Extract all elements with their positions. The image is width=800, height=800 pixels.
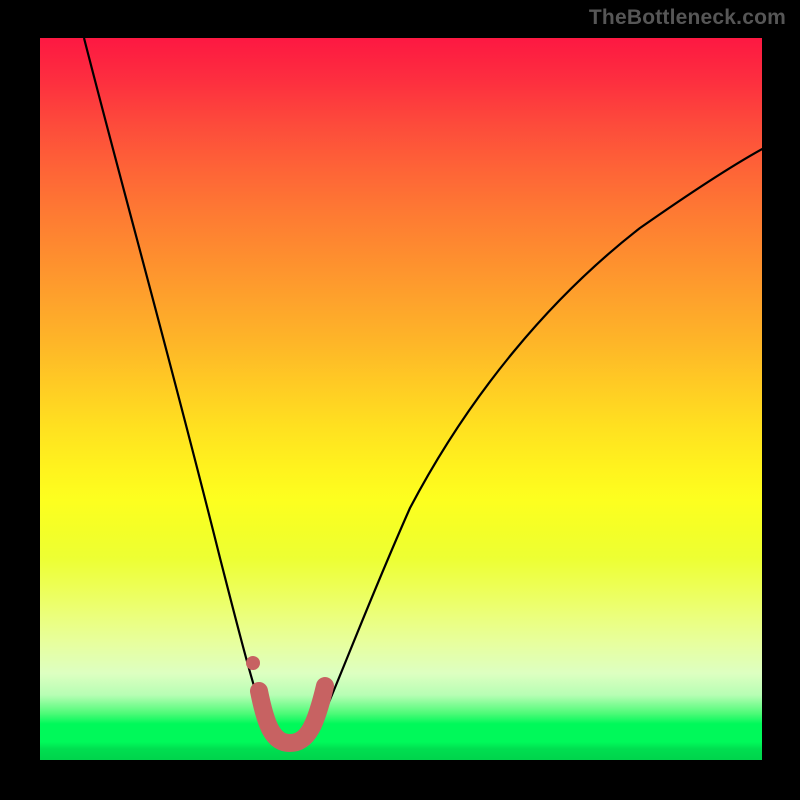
marker-dot <box>246 656 260 670</box>
plot-area <box>40 38 762 760</box>
watermark-text: TheBottleneck.com <box>589 6 786 30</box>
highlight-segment <box>259 686 325 743</box>
curve-layer <box>40 38 762 760</box>
chart-frame: TheBottleneck.com <box>0 0 800 800</box>
bottleneck-curve <box>84 38 762 745</box>
